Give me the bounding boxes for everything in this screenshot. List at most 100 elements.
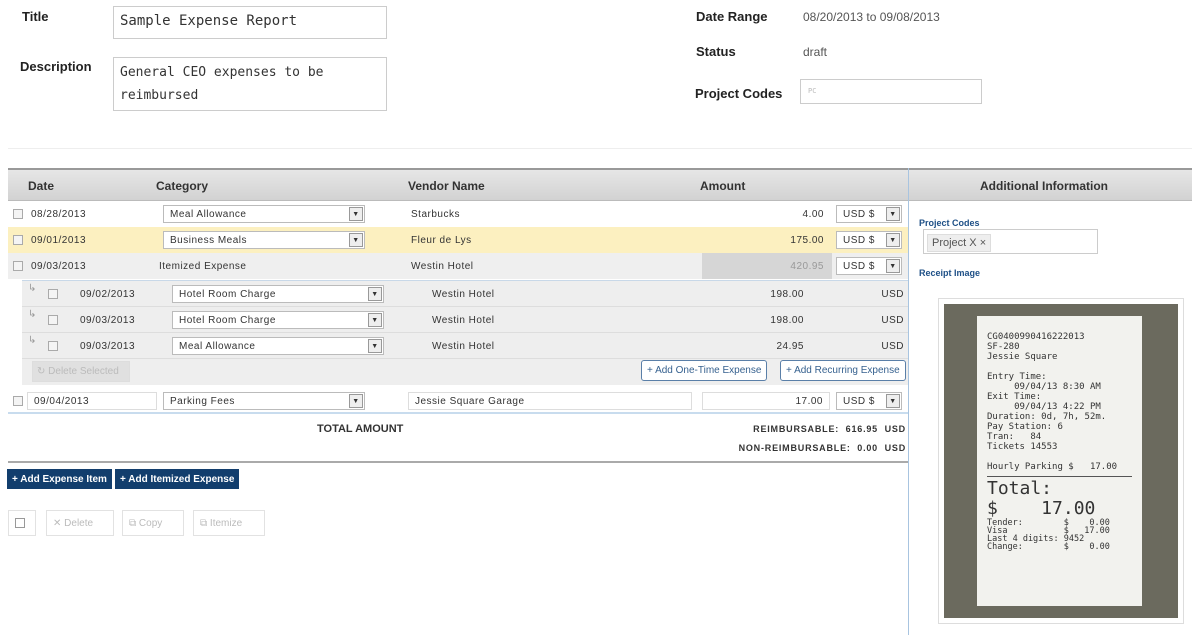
title-input[interactable]: Sample Expense Report [113,6,387,39]
delete-selected-label: Delete Selected [48,366,119,377]
divider [8,148,1192,149]
currency: USD [881,289,904,300]
amount: 175.00 [790,235,824,246]
chevron-down-icon: ▼ [886,394,900,408]
row-checkbox[interactable] [48,341,58,351]
total-amount-label: TOTAL AMOUNT [317,423,404,435]
project-codes-label: Project Codes [695,86,783,101]
category-select[interactable]: Hotel Room Charge ▼ [172,285,384,303]
subrow: ↳ 09/03/2013 Hotel Room Charge ▼ Westin H… [22,307,908,333]
category-select[interactable]: Hotel Room Charge ▼ [172,311,384,329]
add-one-time-expense-button[interactable]: + Add One-Time Expense [641,360,768,381]
project-codes-input[interactable]: PC [800,79,982,104]
receipt-image-label: Receipt Image [919,268,981,278]
category-value: Meal Allowance [170,209,247,220]
status-label: Status [696,44,736,59]
itemize-button[interactable]: ⧉ Itemize [193,510,265,536]
delete-selected-button[interactable]: ↻ Delete Selected [32,361,130,382]
currency-select[interactable]: USD $ ▼ [836,392,902,410]
chevron-down-icon: ▼ [349,394,363,408]
currency-select[interactable]: USD $ ▼ [836,231,902,249]
chevron-down-icon: ▼ [368,287,382,301]
chevron-down-icon: ▼ [886,233,900,247]
category-select[interactable]: Parking Fees ▼ [163,392,365,410]
amount: 4.00 [802,209,824,220]
table-header: Date Category Vendor Name Amount Additio… [8,168,1192,201]
category-select[interactable]: Meal Allowance ▼ [163,205,365,223]
child-arrow-icon: ↳ [28,309,37,320]
date: 09/03/2013 [80,315,136,326]
child-arrow-icon: ↳ [28,335,37,346]
category-value: Business Meals [170,235,248,246]
subrow: ↳ 09/03/2013 Meal Allowance ▼ Westin Hote… [22,333,908,359]
project-tag-label: Project X [932,237,977,249]
itemize-label: Itemize [209,518,243,529]
date-range-value: 08/20/2013 to 09/08/2013 [803,10,940,24]
category-select[interactable]: Meal Allowance ▼ [172,337,384,355]
description-label: Description [20,59,92,74]
row-checkbox[interactable] [13,396,23,406]
row-checkbox[interactable] [13,261,23,271]
date: 09/02/2013 [80,289,136,300]
project-tag: Project X × [927,234,992,252]
row-checkbox[interactable] [13,209,23,219]
category-value: Hotel Room Charge [179,289,276,300]
vendor: Starbucks [411,209,460,220]
refresh-icon: ↻ [37,366,46,377]
currency-value: USD $ [843,396,875,407]
currency-select[interactable]: USD $ ▼ [836,257,902,275]
date: 09/03/2013 [31,261,87,272]
subrow: ↳ 09/02/2013 Hotel Room Charge ▼ Westin H… [22,281,908,307]
receipt-image: CG0400990416222013 SF-280 Jessie Square … [938,298,1184,624]
vendor-input[interactable]: Jessie Square Garage [408,392,692,410]
delete-label: Delete [64,518,94,529]
header-amount: Amount [700,179,746,193]
date-input[interactable]: 09/04/2013 [27,392,157,410]
currency-value: USD $ [843,261,875,272]
receipt-footer: Tender: $ 0.00 Visa $ 17.00 Last 4 digit… [987,518,1110,552]
add-expense-item-button[interactable]: + Add Expense Item [7,469,112,489]
chevron-down-icon: ▼ [886,259,900,273]
currency: USD [881,315,904,326]
chevron-down-icon: ▼ [886,207,900,221]
chevron-down-icon: ▼ [349,233,363,247]
header-category: Category [156,179,209,193]
amount: 198.00 [770,315,804,326]
reimbursable-total: REIMBURSABLE: 616.95 USD [753,424,906,434]
currency-value: USD $ [843,235,875,246]
header-vendor: Vendor Name [408,179,485,193]
receipt-text: CG0400990416222013 SF-280 Jessie Square … [987,332,1118,472]
non-reimbursable-total: NON-REIMBURSABLE: 0.00 USD [738,443,906,453]
copy-label: Copy [138,518,163,529]
category: Itemized Expense [159,261,247,272]
header-additional: Additional Information [980,179,1108,193]
row-checkbox[interactable] [13,235,23,245]
side-project-codes-label: Project Codes [919,218,980,228]
date-range-label: Date Range [696,9,768,24]
remove-tag-icon[interactable]: × [980,237,986,249]
category-value: Meal Allowance [179,341,256,352]
delete-button[interactable]: ✕ Delete [46,510,114,536]
vendor: Westin Hotel [411,261,474,272]
amount-input[interactable]: 17.00 [702,392,830,410]
currency-value: USD $ [843,209,875,220]
title-label: Title [22,9,49,24]
currency-select[interactable]: USD $ ▼ [836,205,902,223]
copy-button[interactable]: ⧉ Copy [122,510,184,536]
category-select[interactable]: Business Meals ▼ [163,231,365,249]
add-recurring-expense-button[interactable]: + Add Recurring Expense [780,360,906,381]
vendor: Westin Hotel [432,289,495,300]
row-checkbox[interactable] [48,315,58,325]
date: 09/01/2013 [31,235,87,246]
status-value: draft [803,45,828,59]
table-row: 09/03/2013 Itemized Expense Westin Hotel… [8,253,908,279]
row-checkbox[interactable] [48,289,58,299]
child-arrow-icon: ↳ [28,283,37,294]
project-codes-tag-input[interactable]: Project X × [923,229,1098,254]
add-itemized-expense-button[interactable]: + Add Itemized Expense [115,469,240,489]
checkbox-icon [15,518,25,528]
select-all-checkbox[interactable] [8,510,36,536]
description-input[interactable]: General CEO expenses to be reimbursed [113,57,387,111]
vendor: Fleur de Lys [411,235,472,246]
panel-divider [908,168,909,635]
